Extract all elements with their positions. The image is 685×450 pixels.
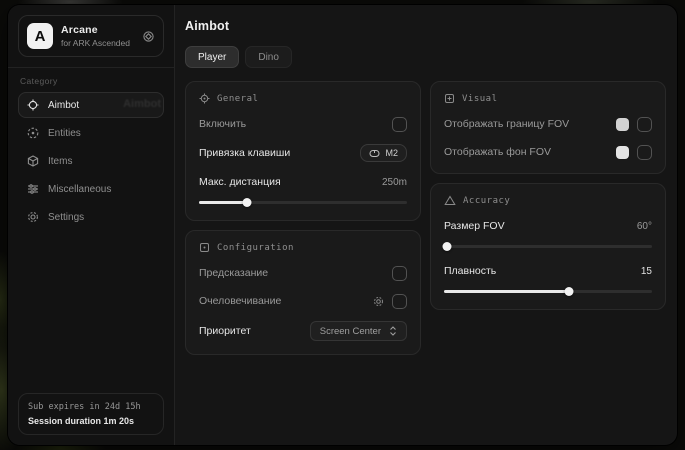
- mouse-icon: [369, 149, 380, 158]
- slider-thumb[interactable]: [242, 198, 251, 207]
- fov-border-label: Отображать границу FOV: [444, 118, 569, 130]
- sidebar: A Arcane for ARK Ascended Category: [8, 5, 175, 445]
- panel-visual: Visual Отображать границу FOV Отображать…: [430, 81, 666, 174]
- humanize-label: Очеловечивание: [199, 295, 281, 307]
- panel-title: Configuration: [217, 243, 294, 253]
- fov-border-checkbox[interactable]: [637, 117, 652, 132]
- fov-bg-checkbox[interactable]: [637, 145, 652, 160]
- sidebar-item-label: Entities: [48, 128, 81, 139]
- slider-fill: [199, 201, 247, 204]
- sidebar-item-label: Settings: [48, 212, 84, 223]
- sidebar-divider: [8, 67, 174, 68]
- items-icon: [27, 155, 39, 167]
- fov-bg-color-swatch[interactable]: [616, 146, 629, 159]
- fov-border-color-swatch[interactable]: [616, 118, 629, 131]
- panel-title: Accuracy: [463, 196, 510, 206]
- sidebar-item-miscellaneous[interactable]: Miscellaneous: [18, 176, 164, 202]
- humanize-settings-gear-icon[interactable]: [373, 296, 384, 307]
- max-distance-value: 250m: [382, 177, 407, 188]
- sidebar-item-label: Aimbot: [48, 100, 79, 111]
- sidebar-item-items[interactable]: Items: [18, 148, 164, 174]
- session-duration-text: Session duration 1m 20s: [28, 416, 154, 426]
- prediction-label: Предсказание: [199, 267, 268, 279]
- app-logo: A: [27, 23, 53, 49]
- sidebar-nav: Aimbot Aimbot Entities Items: [18, 92, 164, 230]
- priority-value: Screen Center: [320, 326, 381, 337]
- app-name: Arcane: [61, 24, 134, 36]
- slider-thumb[interactable]: [443, 242, 452, 251]
- slider-thumb[interactable]: [564, 287, 573, 296]
- page-title: Aimbot: [185, 19, 666, 33]
- slider-track[interactable]: [444, 245, 652, 248]
- panel-general: General Включить Привязка клавиши: [185, 81, 421, 221]
- fov-bg-label: Отображать фон FOV: [444, 146, 551, 158]
- smoothness-value: 15: [641, 266, 652, 277]
- smoothness-label: Плавность: [444, 265, 496, 277]
- panel-title: General: [217, 94, 258, 104]
- enable-label: Включить: [199, 118, 246, 130]
- sidebar-item-aimbot[interactable]: Aimbot Aimbot: [18, 92, 164, 118]
- fov-size-label: Размер FOV: [444, 220, 505, 232]
- aimbot-ghost-watermark: Aimbot: [123, 98, 161, 110]
- misc-icon: [27, 183, 39, 195]
- panel-accuracy: Accuracy Размер FOV 60° Плавность 15: [430, 183, 666, 310]
- brand-text: Arcane for ARK Ascended: [61, 24, 134, 48]
- gear-icon: [27, 211, 39, 223]
- target-icon[interactable]: [142, 30, 155, 43]
- panel-title: Visual: [462, 94, 498, 104]
- keybind-label: Привязка клавиши: [199, 147, 290, 159]
- panel-configuration: Configuration Предсказание Очеловечивани…: [185, 230, 421, 355]
- sidebar-item-label: Miscellaneous: [48, 184, 111, 195]
- sidebar-item-entities[interactable]: Entities: [18, 120, 164, 146]
- slider-fill: [444, 290, 569, 293]
- max-distance-label: Макс. дистанция: [199, 176, 281, 188]
- smoothness-slider[interactable]: [444, 287, 652, 296]
- app-window: A Arcane for ARK Ascended Category: [8, 5, 677, 445]
- prediction-checkbox[interactable]: [392, 266, 407, 281]
- general-scope-icon: [199, 93, 210, 104]
- session-card: Sub expires in 24d 15h Session duration …: [18, 393, 164, 435]
- visual-icon: [444, 93, 455, 104]
- max-distance-slider[interactable]: [199, 198, 407, 207]
- app-subtitle: for ARK Ascended: [61, 38, 134, 48]
- keybind-button[interactable]: M2: [360, 144, 407, 162]
- category-label: Category: [20, 76, 162, 86]
- brand-card: A Arcane for ARK Ascended: [18, 15, 164, 57]
- sidebar-item-settings[interactable]: Settings: [18, 204, 164, 230]
- crosshair-icon: [27, 99, 39, 111]
- priority-label: Приоритет: [199, 325, 251, 337]
- enable-checkbox[interactable]: [392, 117, 407, 132]
- keybind-value: M2: [385, 148, 398, 158]
- sub-expires-text: Sub expires in 24d 15h: [28, 402, 154, 412]
- fov-size-slider[interactable]: [444, 242, 652, 251]
- humanize-checkbox[interactable]: [392, 294, 407, 309]
- tab-bar: Player Dino: [185, 46, 666, 68]
- tab-player[interactable]: Player: [185, 46, 239, 68]
- main-content: Aimbot Player Dino General: [175, 5, 677, 445]
- configuration-icon: [199, 242, 210, 253]
- tab-dino[interactable]: Dino: [245, 46, 292, 68]
- entities-icon: [27, 127, 39, 139]
- accuracy-icon: [444, 195, 456, 206]
- chevron-updown-icon: [389, 326, 397, 336]
- fov-size-value: 60°: [637, 221, 652, 232]
- priority-dropdown[interactable]: Screen Center: [310, 321, 407, 341]
- sidebar-item-label: Items: [48, 156, 72, 167]
